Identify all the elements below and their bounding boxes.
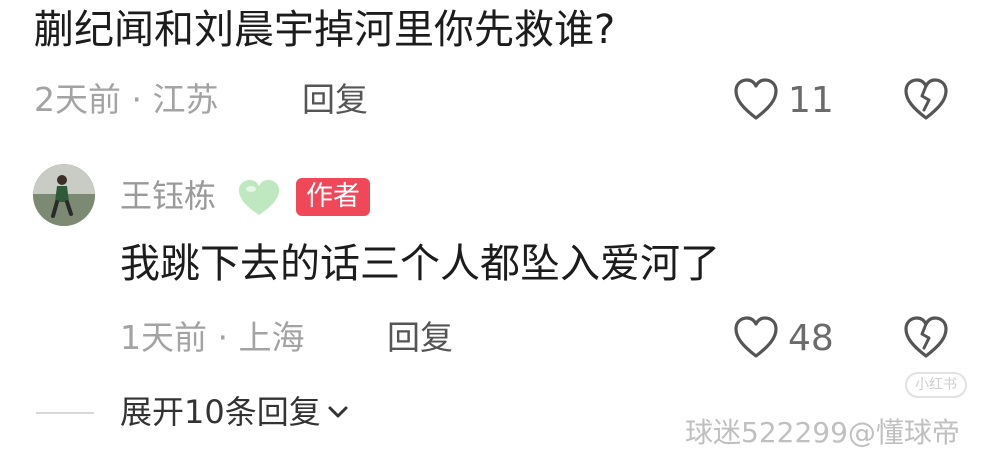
chevron-down-icon <box>328 406 348 418</box>
expand-replies-button[interactable]: 展开10条回复 <box>120 392 351 432</box>
username-emoji <box>236 178 282 218</box>
comment-text: 蒯纪闻和刘晨宇掉河里你先救谁? <box>34 7 616 53</box>
expand-replies-label: 展开10条回复 <box>120 393 321 431</box>
comment-text: 我跳下去的话三个人都坠入爱河了 <box>120 241 720 287</box>
broken-heart-icon <box>904 316 948 358</box>
dislike-button[interactable] <box>903 78 949 122</box>
author-badge: 作者 <box>296 178 370 216</box>
like-button[interactable] <box>733 316 779 360</box>
like-button[interactable] <box>733 78 779 122</box>
reply-button[interactable]: 回复 <box>387 318 453 358</box>
reply-button[interactable]: 回复 <box>302 80 368 120</box>
faint-logo: 小红书 <box>905 372 967 398</box>
heart-outline-icon <box>734 316 778 358</box>
dislike-button[interactable] <box>903 316 949 360</box>
avatar-image <box>33 164 95 226</box>
avatar[interactable] <box>33 164 95 226</box>
divider <box>36 412 94 414</box>
green-heart-icon <box>239 180 279 215</box>
watermark: 球迷522299@懂球帝 <box>685 416 960 449</box>
heart-outline-icon <box>734 78 778 120</box>
comment-meta: 2天前 · 江苏 <box>34 80 219 119</box>
like-count: 11 <box>788 80 834 121</box>
comment-meta: 1天前 · 上海 <box>120 318 305 357</box>
username[interactable]: 王钰栋 <box>120 176 216 216</box>
like-count: 48 <box>788 318 834 359</box>
broken-heart-icon <box>904 78 948 120</box>
